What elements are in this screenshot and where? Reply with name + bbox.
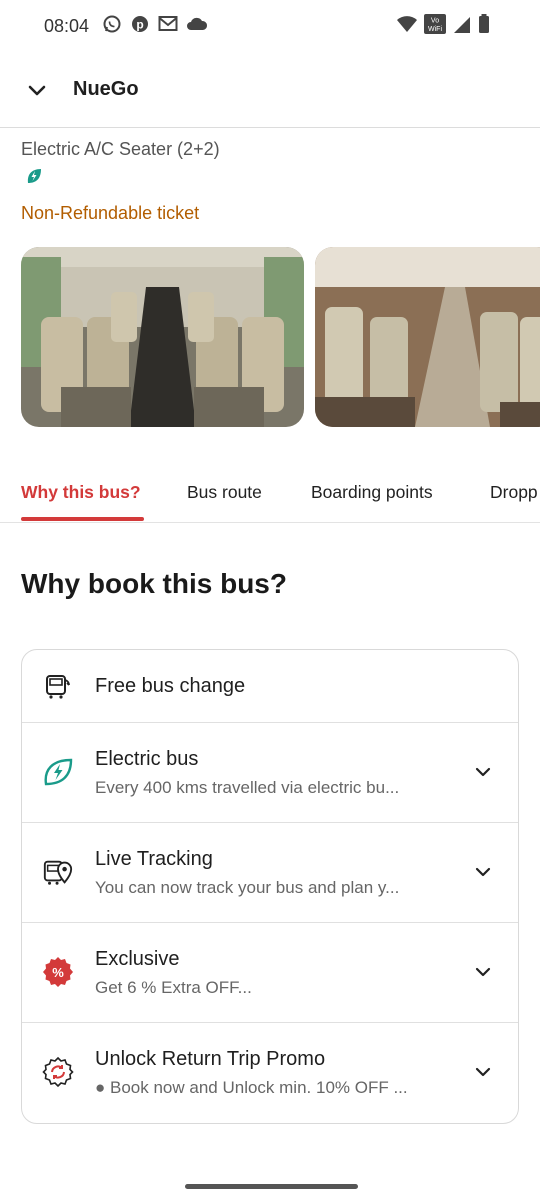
chevron-down-icon[interactable] [474,863,492,881]
electric-badge [25,167,43,190]
system-icons: Vo WiFi [396,14,490,39]
signal-icon [452,14,472,39]
leaf-bolt-icon [27,169,41,183]
section-title: Why book this bus? [21,568,287,599]
chevron-down-icon[interactable] [474,1063,492,1081]
battery-icon [478,14,490,39]
feature-title: Unlock Return Trip Promo [95,1048,326,1070]
tab-dropping-points[interactable]: Dropp [490,482,538,503]
tab-bus-route[interactable]: Bus route [187,482,262,503]
feature-subtitle: Get 6 % Extra OFF... [95,978,252,997]
active-tab-indicator [21,517,144,521]
chevron-down-icon[interactable] [474,963,492,981]
feature-subtitle: You can now track your bus and plan y... [95,878,400,897]
pinterest-icon: p [130,14,150,39]
return-promo-icon [42,1056,74,1088]
feature-row-return-trip-promo[interactable]: Unlock Return Trip Promo ● Book now and … [22,1022,518,1123]
leaf-bolt-icon [42,756,74,788]
app-header: NueGo [0,52,540,128]
collapse-button[interactable] [24,78,50,104]
features-card: Free bus change Electric bus Every 400 k… [21,649,519,1124]
whatsapp-icon [102,14,122,39]
gmail-icon [158,15,178,38]
feature-title: Live Tracking [95,848,213,870]
feature-title: Exclusive [95,948,180,970]
feature-title: Free bus change [95,675,246,697]
bus-change-icon [42,670,74,702]
svg-text:Vo: Vo [431,18,439,25]
wifi-icon [396,15,418,38]
bus-photo-gallery[interactable] [0,247,540,429]
svg-text:%: % [52,965,64,980]
chevron-down-icon [28,85,46,96]
bus-location-icon [42,856,74,888]
percent-badge-icon: % [42,956,74,988]
feature-subtitle: ● Book now and Unlock min. 10% OFF ... [95,1078,408,1097]
vowifi-icon: Vo WiFi [424,14,446,39]
feature-row-live-tracking[interactable]: Live Tracking You can now track your bus… [22,822,518,923]
bus-interior-photo-2[interactable] [315,247,540,427]
status-bar: 08:04 p Vo WiFi [0,0,540,52]
feature-row-exclusive[interactable]: % Exclusive Get 6 % Extra OFF... [22,922,518,1023]
refund-policy: Non-Refundable ticket [21,203,200,223]
bus-type: Electric A/C Seater (2+2) [21,139,220,159]
header-title: NueGo [73,78,139,100]
status-time: 08:04 [44,16,90,36]
feature-row-electric-bus[interactable]: Electric bus Every 400 kms travelled via… [22,722,518,823]
feature-title: Electric bus [95,748,199,770]
tab-boarding-points[interactable]: Boarding points [311,482,433,503]
home-indicator[interactable] [185,1184,358,1189]
detail-tabs: Why this bus? Bus route Boarding points … [0,462,540,523]
bus-interior-photo[interactable] [21,247,304,427]
notification-icons: p [102,14,208,39]
feature-subtitle: Every 400 kms travelled via electric bu.… [95,778,400,797]
cloud-icon [186,16,208,37]
feature-row-free-bus-change[interactable]: Free bus change [22,650,518,723]
chevron-down-icon[interactable] [474,763,492,781]
tab-why-this-bus[interactable]: Why this bus? [21,482,141,503]
svg-text:WiFi: WiFi [428,26,442,33]
svg-text:p: p [136,18,143,32]
